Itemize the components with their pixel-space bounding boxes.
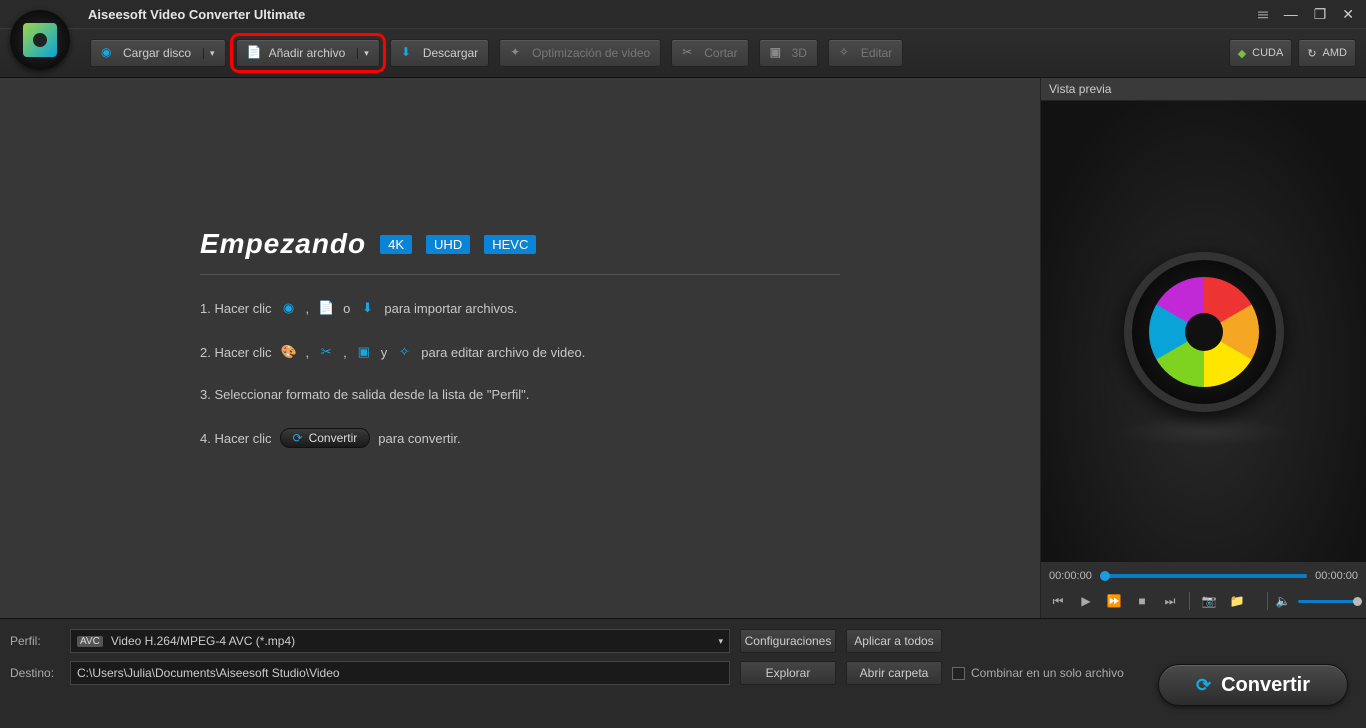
play-button[interactable]: ▶ — [1077, 592, 1095, 610]
profile-select[interactable]: AVC Video H.264/MPEG-4 AVC (*.mp4) ▾ — [70, 629, 730, 653]
combine-checkbox[interactable] — [952, 667, 965, 680]
stop-button[interactable]: ■ — [1133, 592, 1151, 610]
download-icon: ⬇ — [401, 45, 417, 61]
refresh-icon: ⟳ — [1196, 675, 1211, 696]
avc-icon: AVC — [77, 636, 103, 647]
time-duration: 00:00:00 — [1315, 570, 1358, 582]
getting-started-heading: Empezando — [200, 228, 366, 260]
refresh-icon: ⟳ — [293, 431, 303, 445]
next-button[interactable]: ⏭ — [1161, 592, 1179, 610]
menu-icon[interactable] — [1254, 4, 1272, 18]
snapshot-button[interactable]: 📷 — [1200, 592, 1218, 610]
app-title: Aiseesoft Video Converter Ultimate — [88, 7, 305, 22]
cuda-badge[interactable]: ◆ CUDA — [1229, 39, 1293, 67]
optimize-icon: ✦ — [510, 45, 526, 61]
add-file-label: Añadir archivo — [269, 46, 346, 60]
download-button[interactable]: ⬇ Descargar — [390, 39, 489, 67]
settings-button[interactable]: Configuraciones — [740, 629, 836, 653]
volume-slider[interactable] — [1298, 600, 1358, 603]
toolbar: ◉ Cargar disco ▾ 📄 Añadir archivo ▾ ⬇ De… — [0, 28, 1366, 78]
amd-badge[interactable]: ↻ AMD — [1298, 39, 1356, 67]
download-icon: ⬇ — [358, 299, 376, 317]
open-folder-button[interactable]: 📁 — [1228, 592, 1246, 610]
browse-button[interactable]: Explorar — [740, 661, 836, 685]
destination-field[interactable]: C:\Users\Julia\Documents\Aiseesoft Studi… — [70, 661, 730, 685]
three-d-button[interactable]: ▣ 3D — [759, 39, 818, 67]
volume-icon[interactable]: 🔈 — [1274, 592, 1292, 610]
load-disc-label: Cargar disco — [123, 46, 191, 60]
apply-all-button[interactable]: Aplicar a todos — [846, 629, 942, 653]
combine-label: Combinar en un solo archivo — [971, 666, 1124, 680]
edit-icon: ✧ — [839, 45, 855, 61]
badge-4k: 4K — [380, 235, 412, 254]
maximize-button[interactable]: ❐ — [1310, 4, 1331, 25]
edit-button[interactable]: ✧ Editar — [828, 39, 903, 67]
profile-label: Perfil: — [10, 634, 60, 648]
step-3: 3. Seleccionar formato de salida desde l… — [200, 387, 840, 402]
fast-forward-button[interactable]: ⏩ — [1105, 592, 1123, 610]
cut-label: Cortar — [704, 46, 737, 60]
badge-hevc: HEVC — [484, 235, 536, 254]
disc-icon: ◉ — [280, 299, 298, 317]
dropdown-chevron-icon[interactable]: ▾ — [203, 48, 215, 59]
nvidia-icon: ◆ — [1238, 47, 1246, 60]
title-bar: Aiseesoft Video Converter Ultimate — ❐ ✕ — [0, 0, 1366, 28]
destination-value: C:\Users\Julia\Documents\Aiseesoft Studi… — [77, 666, 340, 680]
three-d-icon: ▣ — [770, 45, 786, 61]
add-file-button[interactable]: 📄 Añadir archivo ▾ — [236, 39, 380, 67]
optimize-video-button[interactable]: ✦ Optimización de video — [499, 39, 661, 67]
step-2: 2. Hacer clic 🎨 , ✂ , ▣ y ✧ para editar … — [200, 343, 840, 361]
palette-icon: 🎨 — [280, 343, 298, 361]
file-add-icon: 📄 — [247, 45, 263, 61]
open-folder-button[interactable]: Abrir carpeta — [846, 661, 942, 685]
step-1: 1. Hacer clic ◉ , 📄 o ⬇ para importar ar… — [200, 299, 840, 317]
aperture-logo — [1124, 252, 1284, 412]
file-add-icon: 📄 — [317, 299, 335, 317]
three-d-icon: ▣ — [355, 343, 373, 361]
transport-controls: 00:00:00 00:00:00 ⏮ ▶ ⏩ ■ ⏭ 📷 📁 🔈 — [1041, 562, 1366, 618]
profile-value: Video H.264/MPEG-4 AVC (*.mp4) — [111, 634, 295, 648]
three-d-label: 3D — [792, 46, 807, 60]
bottom-bar: Perfil: AVC Video H.264/MPEG-4 AVC (*.mp… — [0, 618, 1366, 703]
cut-button[interactable]: ✂ Cortar — [671, 39, 748, 67]
scissors-icon: ✂ — [317, 343, 335, 361]
convert-button[interactable]: ⟳ Convertir — [1158, 664, 1348, 706]
destination-label: Destino: — [10, 666, 60, 680]
disc-icon: ◉ — [101, 45, 117, 61]
main-content: Empezando 4K UHD HEVC 1. Hacer clic ◉ , … — [0, 78, 1040, 618]
app-logo — [10, 10, 70, 70]
chevron-down-icon: ▾ — [718, 636, 723, 647]
download-label: Descargar — [423, 46, 478, 60]
close-button[interactable]: ✕ — [1338, 4, 1358, 25]
amd-label: AMD — [1323, 47, 1347, 59]
preview-canvas — [1041, 101, 1366, 562]
minimize-button[interactable]: — — [1280, 4, 1302, 25]
cuda-label: CUDA — [1252, 47, 1283, 59]
time-current: 00:00:00 — [1049, 570, 1092, 582]
scissors-icon: ✂ — [682, 45, 698, 61]
seek-slider[interactable] — [1100, 574, 1307, 578]
step-4: 4. Hacer clic ⟳ Convertir para convertir… — [200, 428, 840, 448]
sparkle-icon: ✧ — [395, 343, 413, 361]
combine-checkbox-row[interactable]: Combinar en un solo archivo — [952, 666, 1124, 680]
preview-panel: Vista previa 00:00:00 00:00:00 ⏮ ▶ ⏩ ■ ⏭ — [1040, 78, 1366, 618]
preview-title: Vista previa — [1041, 78, 1366, 101]
convert-label: Convertir — [1221, 674, 1310, 697]
optimize-label: Optimización de video — [532, 46, 650, 60]
prev-button[interactable]: ⏮ — [1049, 592, 1067, 610]
amd-icon: ↻ — [1307, 47, 1316, 60]
dropdown-chevron-icon[interactable]: ▾ — [357, 48, 369, 59]
badge-uhd: UHD — [426, 235, 470, 254]
convert-pill: ⟳ Convertir — [280, 428, 371, 448]
load-disc-button[interactable]: ◉ Cargar disco ▾ — [90, 39, 226, 67]
edit-label: Editar — [861, 46, 892, 60]
getting-started-panel: Empezando 4K UHD HEVC 1. Hacer clic ◉ , … — [200, 228, 840, 474]
